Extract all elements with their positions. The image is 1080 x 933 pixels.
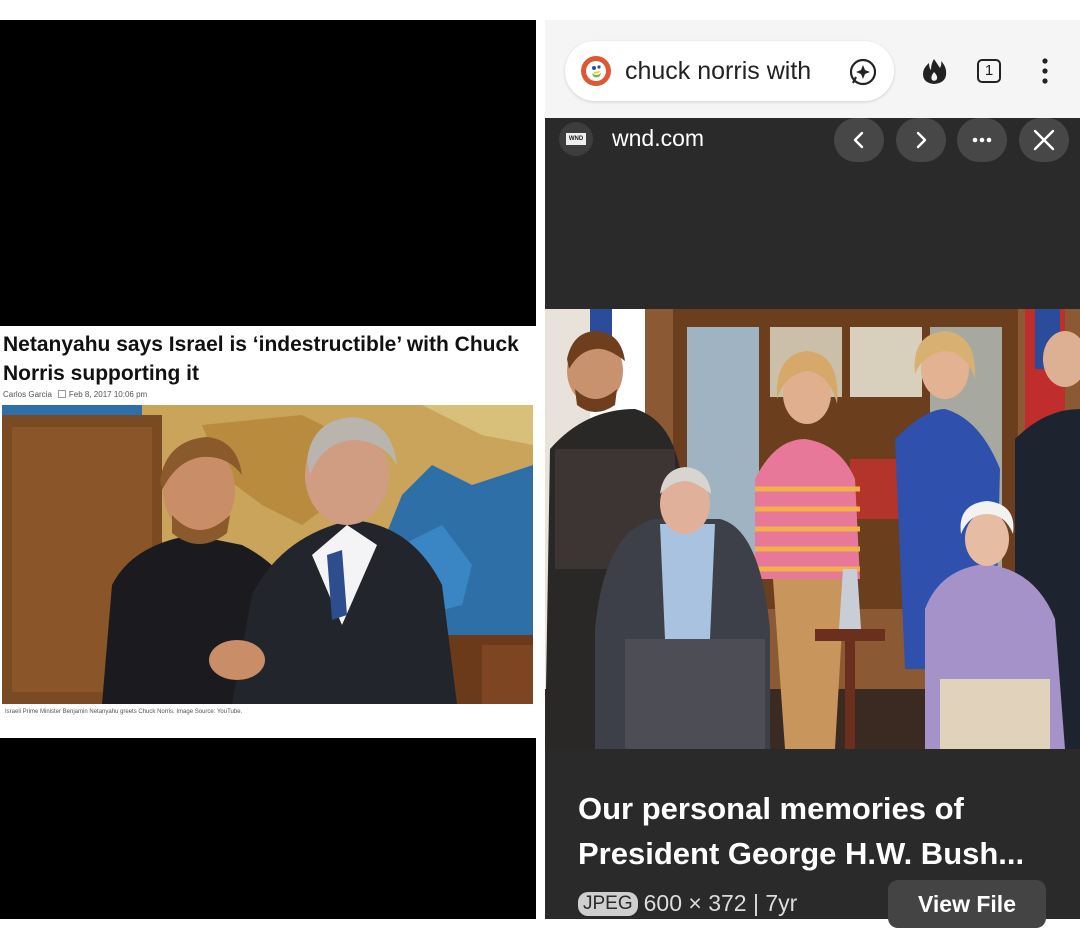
favicon-text: WND xyxy=(566,133,586,145)
more-options-button[interactable] xyxy=(957,118,1007,162)
address-bar[interactable]: chuck norris with xyxy=(565,41,894,101)
photo-caption: Israeli Prime Minister Benjamin Netanyah… xyxy=(5,709,243,715)
article-byline: Carlos Garcia Feb 8, 2017 10:06 pm xyxy=(3,390,147,399)
next-image-button[interactable] xyxy=(896,118,946,162)
article-headline: Netanyahu says Israel is ‘indestructible… xyxy=(3,333,519,385)
image-viewer: WND wnd.com Our personal memories of Pre… xyxy=(545,118,1080,928)
news-article-card: Netanyahu says Israel is ‘indestructible… xyxy=(0,326,536,738)
browser-screenshot-panel: chuck norris with 1 WND wnd.com Our pers… xyxy=(545,20,1080,928)
tab-count: 1 xyxy=(984,62,994,79)
ai-chat-icon[interactable] xyxy=(848,57,878,87)
close-viewer-button[interactable] xyxy=(1019,118,1069,162)
image-title[interactable]: Our personal memories of President Georg… xyxy=(578,786,1058,876)
close-icon xyxy=(1033,129,1055,151)
previous-icon xyxy=(853,131,864,149)
article-author: Carlos Garcia xyxy=(3,390,52,399)
meta-separator: | xyxy=(752,890,759,916)
site-favicon: WND xyxy=(559,122,593,156)
result-image[interactable] xyxy=(545,309,1080,749)
source-site-link[interactable]: wnd.com xyxy=(612,124,704,152)
next-icon xyxy=(916,131,927,149)
image-metadata: JPEG 600 × 372 | 7yr xyxy=(578,888,797,918)
previous-image-button[interactable] xyxy=(834,118,884,162)
search-query-text[interactable]: chuck norris with xyxy=(625,56,840,86)
article-date: Feb 8, 2017 10:06 pm xyxy=(68,390,148,399)
view-file-button[interactable]: View File xyxy=(888,880,1046,928)
fire-icon[interactable] xyxy=(920,57,948,85)
image-dimensions: 600 × 372 xyxy=(643,890,747,916)
article-photo xyxy=(2,405,533,704)
format-badge: JPEG xyxy=(578,892,638,916)
tabs-icon[interactable]: 1 xyxy=(976,58,1002,84)
more-icon xyxy=(972,137,992,143)
calendar-icon xyxy=(57,390,66,398)
duckduckgo-logo-icon xyxy=(581,56,611,86)
overflow-menu-icon[interactable] xyxy=(1033,56,1057,86)
left-screenshot-panel: Netanyahu says Israel is ‘indestructible… xyxy=(0,20,536,919)
image-age: 7yr xyxy=(765,890,798,916)
